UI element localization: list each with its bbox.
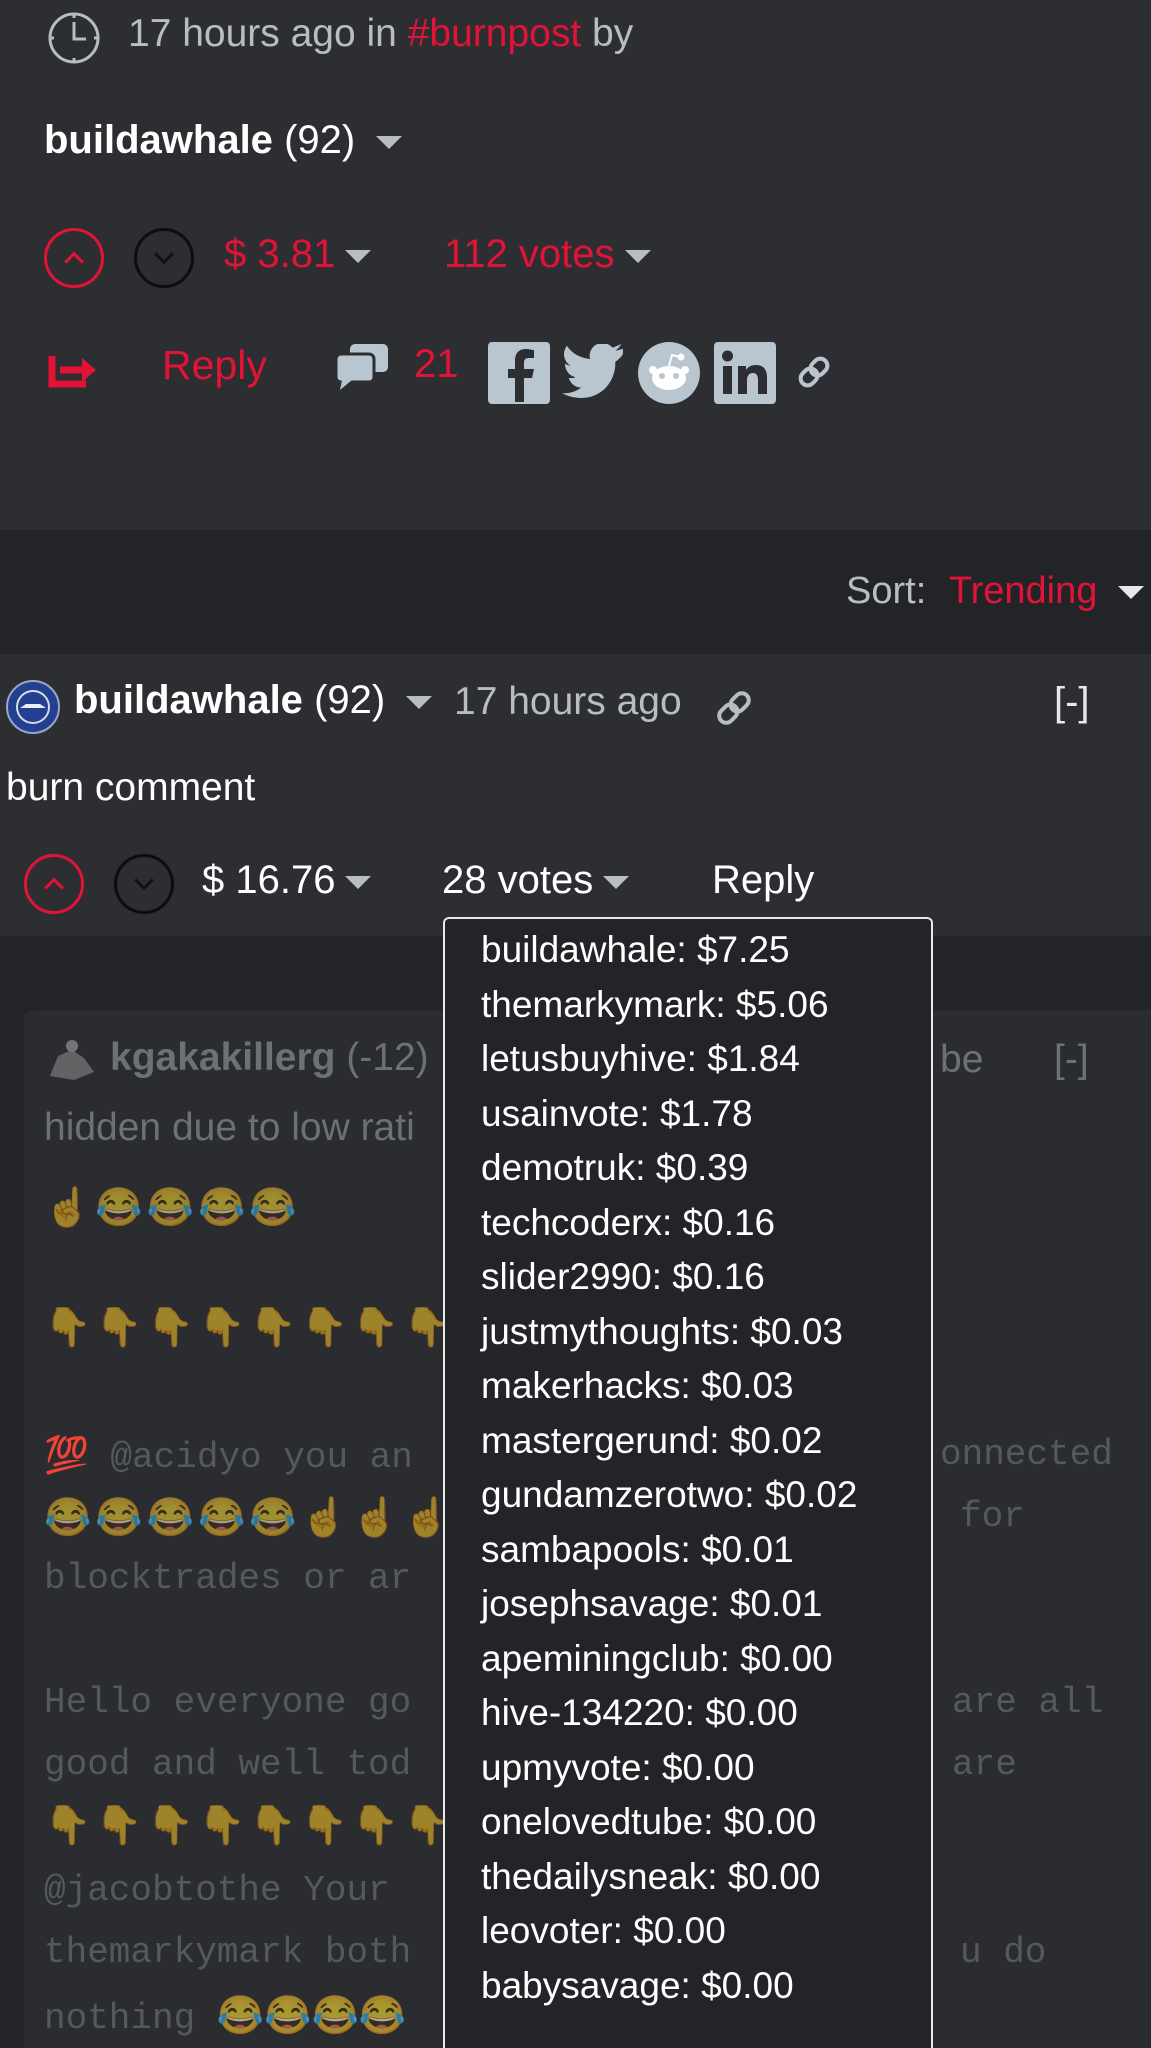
downvote-button[interactable] [134,228,194,288]
reply-line-1: 💯 @acidyo you an [44,1437,413,1478]
voter-entry[interactable]: buildawhale: $7.25 [481,929,790,971]
comments-icon[interactable] [334,342,390,392]
voter-entry[interactable]: babysavage: $0.00 [481,1965,794,2007]
comment-votes[interactable]: 28 votes [442,858,630,903]
reply-line-5-end: are [952,1744,1017,1785]
chevron-down-icon [154,244,174,265]
comment-author-caret[interactable] [406,695,433,709]
comment-downvote-button[interactable] [114,854,174,914]
reply-line-7: themarkymark both [44,1932,412,1973]
emoji-row-2: 👇👇👇👇👇👇👇👇 [44,1307,455,1349]
post-votes[interactable]: 112 votes [444,232,651,277]
permalink-icon[interactable] [712,686,756,730]
reply-hidden-notice: hidden due to low rati [44,1106,415,1149]
sort-control[interactable]: Sort: Trending [846,570,1144,613]
voter-entry[interactable]: upmyvote: $0.00 [481,1747,755,1789]
sort-caret[interactable] [1117,586,1144,600]
post-author-name[interactable]: buildawhale [44,118,273,162]
linkedin-icon[interactable] [714,342,776,404]
voter-entry[interactable]: mastergerund: $0.02 [481,1420,822,1462]
voter-entry[interactable]: slider2990: $0.16 [481,1256,765,1298]
sort-bar: Sort: Trending [0,530,1151,654]
voter-entry[interactable]: sambapools: $0.01 [481,1529,794,1571]
comment-payout-value: $ 16.76 [202,858,336,902]
reblog-icon[interactable] [48,344,100,390]
voter-entry[interactable]: letusbuyhive: $1.84 [481,1038,800,1080]
comment-author-name[interactable]: buildawhale [74,678,303,722]
reply-notice-end: be [940,1038,984,1081]
voter-entry[interactable]: usainvote: $1.78 [481,1093,753,1135]
comment-time[interactable]: 17 hours ago [454,680,682,724]
sort-value[interactable]: Trending [949,570,1098,612]
post-author-reputation: (92) [284,118,356,162]
voter-entry[interactable]: gundamzerotwo: $0.02 [481,1474,857,1516]
comment-collapse-button[interactable]: [-] [1054,680,1090,725]
reply-line-4: Hello everyone go [44,1682,412,1723]
reply-line-8: nothing 😂😂😂😂 [44,1997,407,2040]
post-author[interactable]: buildawhale (92) [44,118,403,163]
post-time: 17 hours ago in [128,12,397,55]
link-icon[interactable] [794,350,834,394]
reply-line-4-end: are all [952,1682,1104,1723]
comment: buildawhale (92) 17 hours ago [-] burn c… [0,654,1151,936]
voter-entry[interactable]: onelovedtube: $0.00 [481,1801,816,1843]
comment-votes-count: 28 votes [442,858,594,902]
voter-entry[interactable]: demotruk: $0.39 [481,1147,748,1189]
reply-line-1-end: onnected [940,1434,1113,1475]
reply-author-name[interactable]: kgakakillerg [110,1036,335,1079]
post-votes-count: 112 votes [444,232,615,276]
chevron-up-icon [44,877,64,898]
chevron-up-icon [64,251,84,272]
reply-collapse-button[interactable]: [-] [1054,1038,1089,1082]
post-by: by [592,12,634,55]
voters-popup: buildawhale: $7.25 themarkymark: $5.06 l… [443,917,933,2048]
voter-entry[interactable]: josephsavage: $0.01 [481,1583,823,1625]
post-footer: 17 hours ago in #burnpost by buildawhale… [0,0,1151,530]
facebook-icon[interactable] [488,342,550,404]
voter-entry[interactable]: thedailysneak: $0.00 [481,1856,820,1898]
emoji-row-3: 😂😂😂😂😂☝☝☝ [44,1497,455,1539]
post-payout-value: $ 3.81 [224,232,336,276]
voter-entry[interactable]: apeminingclub: $0.00 [481,1638,833,1680]
reply-line-3: blocktrades or ar [44,1558,412,1599]
comment-payout[interactable]: $ 16.76 [202,858,372,903]
post-comment-count[interactable]: 21 [414,342,459,387]
emoji-row-1: ☝😂😂😂😂 [44,1187,301,1229]
emoji-row-4: 👇👇👇👇👇👇👇👇 [44,1805,455,1847]
reply-avatar[interactable] [44,1036,100,1086]
post-tag-link[interactable]: #burnpost [408,12,581,55]
voter-entry[interactable]: techcoderx: $0.16 [481,1202,775,1244]
reply-line-2-end: for [960,1496,1025,1537]
voter-entry[interactable]: leovoter: $0.00 [481,1910,726,1952]
upvote-button[interactable] [44,228,104,288]
comment-body: burn comment [6,766,256,809]
voter-entry[interactable]: makerhacks: $0.03 [481,1365,794,1407]
twitter-icon[interactable] [562,342,626,400]
comment-author-reputation: (92) [314,678,386,722]
reddit-icon[interactable] [638,342,700,404]
reply-line-7-end: u do [960,1932,1047,1973]
reply-line-6: @jacobtothe Your [44,1870,390,1911]
sort-label: Sort: [846,570,927,612]
comment-reply-link[interactable]: Reply [712,858,814,903]
comment-upvote-button[interactable] [24,854,84,914]
reply-line-5: good and well tod [44,1744,412,1785]
voter-entry[interactable]: justmythoughts: $0.03 [481,1311,843,1353]
reply-author-reputation: (-12) [346,1036,429,1079]
chevron-down-icon [134,870,154,891]
author-menu-caret[interactable] [376,135,403,149]
post-reply-link[interactable]: Reply [162,342,267,389]
voter-entry[interactable]: themarkymark: $5.06 [481,984,829,1026]
clock-icon [46,10,102,66]
voter-entry[interactable]: hive-134220: $0.00 [481,1692,798,1734]
avatar[interactable] [6,680,60,734]
post-payout[interactable]: $ 3.81 [224,232,372,277]
